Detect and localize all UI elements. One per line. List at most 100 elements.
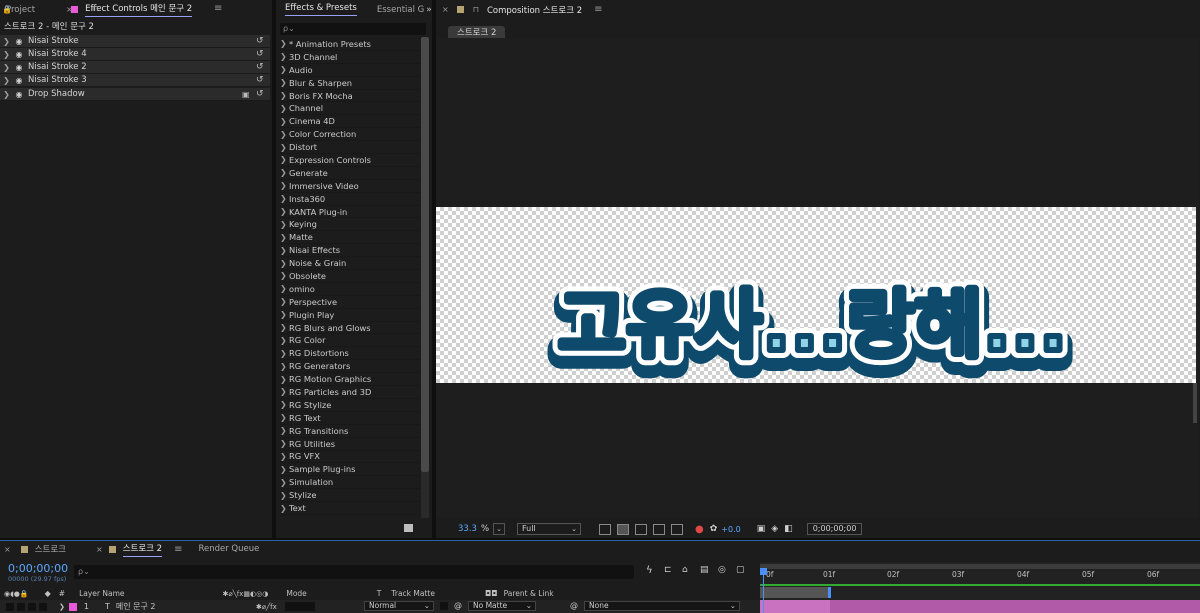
exposure-value[interactable]: +0.0 [721,525,740,534]
parent-link-header[interactable]: Parent & Link [504,589,554,598]
effects-search-input[interactable]: ρ⌄ [280,23,426,35]
effects-category-item[interactable]: ❯ RG Color [280,334,420,348]
chevron-right-icon[interactable]: ❯ [0,90,13,99]
chevron-right-icon[interactable]: ❯ [280,194,289,203]
effect-row[interactable]: ❯ ◉ Nisai Stroke 4 ↺ [0,48,270,61]
eye-icon[interactable]: ◉ [13,50,25,59]
effects-category-item[interactable]: ❯ Audio [280,64,420,77]
parent-pickwhip-icon[interactable]: @ [570,601,578,610]
effects-category-item[interactable]: ❯ RG Utilities [280,438,420,451]
chevron-right-icon[interactable]: ❯ [280,130,289,139]
effects-category-item[interactable]: ❯ Matte [280,231,420,245]
lock-icon[interactable]: 🔒 [2,5,12,14]
tab-effect-controls[interactable]: Effect Controls 메인 문구 2 [83,0,198,19]
chevron-right-icon[interactable]: ❯ [280,259,289,268]
transparency-grid-icon[interactable] [617,523,630,535]
chevron-right-icon[interactable]: ❯ [280,117,289,126]
layer-switches[interactable]: ✱⌀╱fx [256,603,277,611]
lock-icon[interactable]: ⊓ [473,5,479,14]
reset-icon[interactable]: ↺ [256,62,270,72]
matte-pickwhip-icon[interactable]: @ [454,601,462,610]
lock-icon[interactable]: ⊓ [92,4,98,13]
effects-category-item[interactable]: ❯ Obsolete [280,270,420,283]
close-icon[interactable]: × [442,5,449,14]
timeline-timecode[interactable]: 0;00;00;00 [8,562,68,575]
eye-icon[interactable]: ◉ [13,76,25,85]
chevron-right-icon[interactable]: ❯ [0,37,13,46]
chevron-right-icon[interactable]: ❯ [0,76,13,85]
comp-markers-icon[interactable]: ϟ [646,565,653,576]
viewer-side-handle[interactable] [1193,383,1197,423]
chevron-right-icon[interactable]: ❯ [280,375,289,384]
eye-icon[interactable]: ◉ [13,37,25,46]
draft-3d-icon[interactable]: ⊏ [664,565,672,575]
work-area-bar[interactable] [760,564,1200,569]
chevron-right-icon[interactable]: ❯ [280,491,289,500]
effect-row[interactable]: ❯ ◉ Nisai Stroke 3 ↺ [0,74,270,87]
panel-menu-icon[interactable]: ≡ [214,3,222,14]
effects-category-item[interactable]: ❯ 3D Channel [280,51,420,64]
chevron-right-icon[interactable]: ❯ [280,246,289,255]
work-area-end-handle[interactable] [828,587,831,598]
reset-icon[interactable]: ↺ [256,36,270,46]
effects-category-item[interactable]: ❯ Text [280,502,420,515]
effects-category-item[interactable]: ❯ Color Correction [280,128,420,142]
chevron-right-icon[interactable]: ❯ [280,387,289,396]
effects-category-item[interactable]: ❯ RG Transitions [280,425,420,438]
chevron-right-icon[interactable]: ❯ [280,400,289,409]
video-switch-box[interactable] [6,602,14,611]
reset-icon[interactable]: ↺ [256,49,270,59]
close-icon[interactable]: × [66,5,73,14]
effects-category-item[interactable]: ❯ Stylize [280,489,420,503]
effects-category-item[interactable]: ❯ Insta360 [280,193,420,206]
effects-category-item[interactable]: ❯ Generate [280,167,420,180]
chevron-right-icon[interactable]: ❯ [280,323,289,332]
effects-category-item[interactable]: ❯ RG Distortions [280,347,420,361]
preview-range[interactable] [760,587,830,598]
close-icon[interactable]: × [96,545,103,554]
effects-category-item[interactable]: ❯ RG Generators [280,360,420,374]
effects-category-item[interactable]: ❯ RG VFX [280,451,420,464]
effects-scroll-track[interactable] [421,472,429,518]
layer-row[interactable]: ❯ 1 T 메인 문구 2 ✱⌀╱fx Normal ⌄ @ No Matte ⌄ … [0,600,760,613]
tab-render-queue[interactable]: Render Queue [182,540,265,559]
effects-category-item[interactable]: ❯ Perspective [280,296,420,309]
close-icon[interactable]: × [4,545,11,554]
effects-category-item[interactable]: ❯ Boris FX Mocha [280,90,420,103]
reset-icon[interactable]: ↺ [256,75,270,85]
tab-effects-presets[interactable]: Effects & Presets [276,0,363,19]
panel-menu-icon[interactable]: ≡ [594,4,602,15]
chevron-right-icon[interactable]: ❯ [0,50,13,59]
mode-header[interactable]: Mode [286,589,306,598]
color-management-icon[interactable]: ✿ [710,524,718,534]
effects-category-item[interactable]: ❯ Channel [280,102,420,116]
lock-switch-box[interactable] [39,602,47,611]
track-matte-dropdown[interactable]: No Matte ⌄ [468,601,536,611]
playhead-handle[interactable] [760,568,767,575]
chevron-right-icon[interactable]: ❯ [280,233,289,242]
effect-row[interactable]: ❯ ◉ Nisai Stroke ↺ [0,35,270,48]
parent-dropdown[interactable]: None ⌄ [584,601,740,611]
show-snapshot-icon[interactable]: ◈ [771,524,778,534]
chevron-right-icon[interactable]: ❯ [280,91,289,100]
snapshot-icon[interactable]: ▣ [757,524,766,534]
grid-guides-icon[interactable] [671,523,684,535]
layer-name[interactable]: 메인 문구 2 [116,601,256,612]
eye-icon[interactable]: ◉ [13,90,25,99]
chevron-right-icon[interactable]: ❯ [280,439,289,448]
chevron-right-icon[interactable]: ❯ [59,603,65,611]
fast-previews-icon[interactable] [599,523,612,535]
effects-category-item[interactable]: ❯ RG Motion Graphics [280,373,420,387]
channel-alpha-icon[interactable]: ◧ [784,524,793,534]
effects-category-item[interactable]: ❯ Sample Plug-ins [280,463,420,477]
preserve-transparency-box[interactable] [440,602,448,610]
current-time-display[interactable]: 0;00;00;00 [806,523,863,535]
chevron-right-icon[interactable]: ❯ [280,478,289,487]
chevron-right-icon[interactable]: ❯ [280,65,289,74]
effects-category-item[interactable]: ❯ Expression Controls [280,154,420,167]
zoom-value[interactable]: 33.3 [458,524,477,534]
color-channels-icon[interactable]: ● [695,524,704,535]
effects-category-item[interactable]: ❯ RG Blurs and Glows [280,322,420,335]
mode-dropdown[interactable]: Normal ⌄ [364,601,434,611]
effects-category-item[interactable]: ❯ Noise & Grain [280,257,420,271]
